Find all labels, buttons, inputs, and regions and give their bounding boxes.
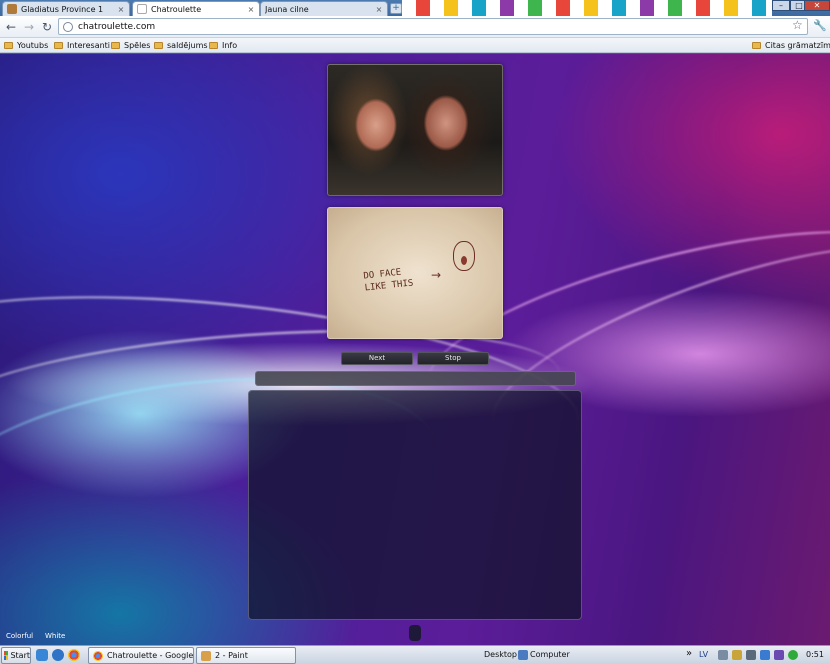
theme-colorful-link[interactable]: Colorful — [6, 632, 33, 640]
taskbar-chatroulette[interactable]: Chatroulette - Google C... — [88, 647, 194, 664]
sketch-face-icon — [453, 241, 475, 271]
address-bar[interactable]: chatroulette.com — [58, 18, 808, 35]
scroll-handle[interactable] — [409, 625, 421, 641]
wrench-menu-icon[interactable]: 🔧 — [813, 19, 827, 32]
chatroulette-page: DO FACE LIKE THIS → Next Stop Colorful W… — [0, 54, 830, 645]
close-icon[interactable]: × — [117, 5, 125, 14]
taskbar-paint[interactable]: 2 - Paint — [196, 647, 296, 664]
paint-icon — [201, 650, 211, 661]
chrome-icon[interactable] — [68, 649, 80, 661]
minimize-button[interactable]: – — [772, 0, 790, 11]
bookmark-saldejums[interactable]: saldējums — [154, 40, 208, 51]
folder-icon — [4, 42, 13, 49]
self-video: DO FACE LIKE THIS → — [327, 207, 503, 339]
stop-button[interactable]: Stop — [417, 352, 489, 365]
computer-icon — [518, 650, 528, 660]
browser-toolbar: ← → ↻ chatroulette.com — [0, 16, 830, 38]
tab-new-tab-page[interactable]: Jauna cilne × — [260, 1, 388, 16]
network-icon[interactable] — [746, 650, 756, 660]
ie-icon[interactable] — [52, 649, 64, 661]
clock[interactable]: 0:51 — [806, 650, 824, 659]
theme-white-link[interactable]: White — [45, 632, 65, 640]
tray-app-icon[interactable] — [760, 650, 770, 660]
folder-icon — [209, 42, 218, 49]
desktop-toolbar[interactable]: Desktop — [484, 650, 517, 659]
chrome-icon — [93, 650, 103, 661]
tabstrip-decoration — [402, 0, 772, 16]
globe-icon — [63, 21, 73, 32]
start-button[interactable]: Start — [1, 647, 31, 664]
tab-strip: Gladiatus Province 1 × Chatroulette × Ja… — [0, 0, 830, 16]
stranger-video — [327, 64, 503, 196]
show-desktop-icon[interactable] — [36, 649, 48, 661]
chat-input[interactable] — [255, 371, 576, 386]
bookmarks-bar: Youtubs Interesanti Spēles saldējums Inf… — [0, 38, 830, 53]
new-tab-button[interactable]: + — [390, 3, 402, 14]
gladiatus-favicon-icon — [7, 4, 17, 14]
taskbar: Start Chatroulette - Google C... 2 - Pai… — [0, 645, 830, 664]
folder-icon — [111, 42, 120, 49]
close-icon[interactable]: × — [247, 5, 255, 14]
folder-icon — [54, 42, 63, 49]
bookmark-speles[interactable]: Spēles — [111, 40, 150, 51]
tray-app-icon[interactable] — [774, 650, 784, 660]
close-window-button[interactable]: ✕ — [804, 0, 830, 11]
reload-button[interactable]: ↻ — [39, 19, 55, 35]
bookmark-interesanti[interactable]: Interesanti — [54, 40, 110, 51]
folder-icon — [752, 42, 761, 49]
next-button[interactable]: Next — [341, 352, 413, 365]
windows-logo-icon — [4, 651, 9, 660]
language-indicator[interactable]: LV — [699, 650, 708, 659]
computer-toolbar[interactable]: Computer — [530, 650, 570, 659]
drawing-arrow-icon: → — [431, 268, 442, 282]
chat-log — [248, 390, 582, 620]
drawing-text: DO FACE LIKE THIS — [362, 267, 414, 294]
toolbar-chevron-icon[interactable]: » — [686, 648, 692, 659]
tray-app-icon[interactable] — [732, 650, 742, 660]
page-favicon-icon — [137, 4, 147, 14]
url-text: chatroulette.com — [78, 21, 156, 32]
tab-gladiatus[interactable]: Gladiatus Province 1 × — [2, 1, 130, 16]
other-bookmarks[interactable]: Citas grāmatzīmes — [752, 40, 830, 51]
back-button[interactable]: ← — [3, 19, 19, 35]
close-icon[interactable]: × — [375, 5, 383, 14]
bookmark-info[interactable]: Info — [209, 40, 237, 51]
tab-chatroulette[interactable]: Chatroulette × — [132, 1, 260, 16]
bookmark-youtubs[interactable]: Youtubs — [4, 40, 48, 51]
bookmark-star-icon[interactable]: ☆ — [792, 18, 803, 32]
tray-status-icon[interactable] — [788, 650, 798, 660]
tray-arrow-icon[interactable] — [718, 650, 728, 660]
forward-button[interactable]: → — [21, 19, 37, 35]
folder-icon — [154, 42, 163, 49]
